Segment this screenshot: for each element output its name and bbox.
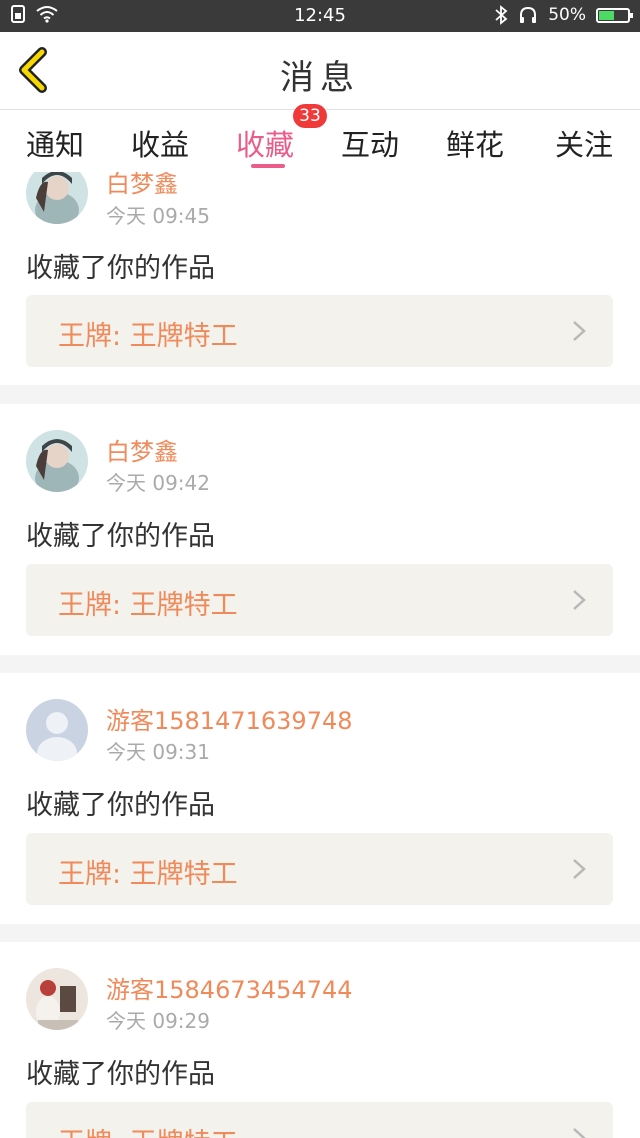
active-tab-indicator	[251, 164, 285, 168]
avatar[interactable]	[26, 968, 88, 1030]
message-time: 今天 09:29	[106, 1009, 210, 1033]
battery-icon	[596, 7, 633, 23]
list-item: 游客1581471639748 今天 09:31 收藏了你的作品 王牌: 王牌特…	[0, 673, 640, 924]
tab-earnings[interactable]: 收益	[131, 122, 189, 164]
page-title: 消息	[280, 58, 360, 98]
bluetooth-icon	[495, 5, 508, 25]
message-action: 收藏了你的作品	[26, 1059, 215, 1090]
work-link[interactable]: 王牌: 王牌特工	[26, 295, 613, 367]
message-time: 今天 09:31	[106, 740, 210, 764]
tab-notifications[interactable]: 通知	[26, 122, 84, 164]
tab-interactions[interactable]: 互动	[341, 122, 399, 164]
status-right: 50%	[494, 5, 633, 25]
work-title: 王牌: 王牌特工	[58, 859, 238, 890]
work-title: 王牌: 王牌特工	[58, 321, 238, 352]
tab-flowers[interactable]: 鲜花	[446, 122, 504, 164]
chevron-right-icon	[573, 321, 586, 341]
username[interactable]: 游客1581471639748	[106, 701, 353, 736]
username[interactable]: 白梦鑫	[106, 432, 178, 467]
status-bar: 12:45 50%	[0, 0, 640, 32]
work-title: 王牌: 王牌特工	[58, 590, 238, 621]
battery-percent: 50%	[548, 5, 586, 25]
message-time: 今天 09:45	[106, 204, 210, 228]
work-link[interactable]: 王牌: 王牌特工	[26, 1102, 613, 1138]
username[interactable]: 白梦鑫	[106, 172, 178, 199]
avatar[interactable]	[26, 430, 88, 492]
header: 消息	[0, 32, 640, 110]
work-link[interactable]: 王牌: 王牌特工	[26, 564, 613, 636]
chevron-right-icon	[573, 590, 586, 610]
message-time: 今天 09:42	[106, 471, 210, 495]
message-list[interactable]: 白梦鑫 今天 09:45 收藏了你的作品 王牌: 王牌特工 白梦鑫 今天 09:…	[0, 172, 640, 1138]
chevron-right-icon	[573, 1128, 586, 1138]
list-item: 白梦鑫 今天 09:45 收藏了你的作品 王牌: 王牌特工	[0, 172, 640, 385]
battery-level	[599, 10, 614, 20]
message-action: 收藏了你的作品	[26, 790, 215, 821]
avatar[interactable]	[26, 172, 88, 224]
tab-favorites[interactable]: 收藏	[236, 122, 294, 164]
work-title: 王牌: 王牌特工	[58, 1121, 238, 1138]
favorites-count-badge: 33	[293, 104, 327, 128]
tab-follows[interactable]: 关注	[555, 122, 613, 164]
list-item: 游客1584673454744 今天 09:29 收藏了你的作品 王牌: 王牌特…	[0, 942, 640, 1138]
work-link[interactable]: 王牌: 王牌特工	[26, 833, 613, 905]
username[interactable]: 游客1584673454744	[106, 970, 353, 1005]
avatar[interactable]	[26, 699, 88, 761]
list-item: 白梦鑫 今天 09:42 收藏了你的作品 王牌: 王牌特工	[0, 404, 640, 655]
chevron-right-icon	[573, 859, 586, 879]
message-action: 收藏了你的作品	[26, 253, 215, 284]
message-action: 收藏了你的作品	[26, 521, 215, 552]
headset-icon	[520, 6, 537, 23]
